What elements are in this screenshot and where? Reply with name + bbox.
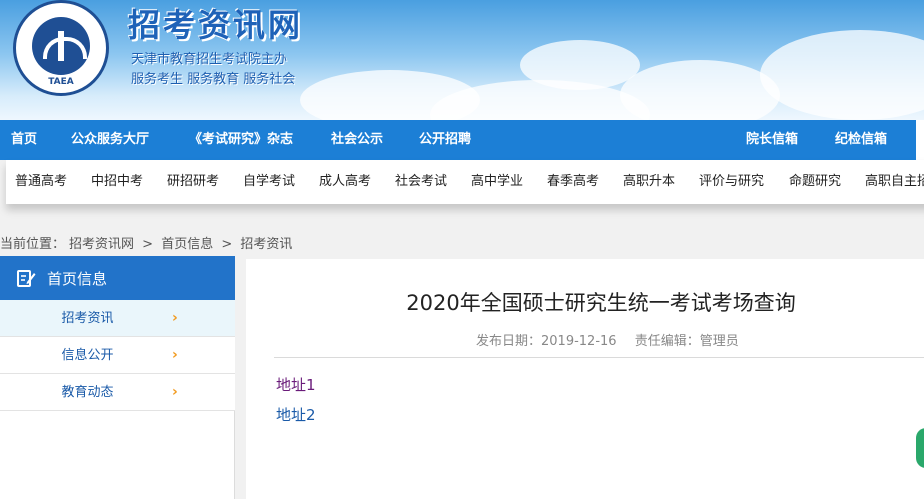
site-logo[interactable]: TAEA	[13, 0, 109, 96]
sidebar-heading-label: 首页信息	[47, 270, 108, 288]
nav-item-home[interactable]: 首页	[11, 120, 37, 160]
nav-edge-divider	[916, 120, 924, 160]
main-nav: 首页 公众服务大厅 《考试研究》杂志 社会公示 公开招聘 院长信箱 纪检信箱	[0, 120, 924, 160]
nav-item-public-service[interactable]: 公众服务大厅	[71, 120, 149, 160]
edit-note-icon	[17, 270, 36, 287]
article-title: 2020年全国硕士研究生统一考试考场查询	[406, 291, 796, 315]
chevron-right-icon: ›	[172, 310, 178, 326]
breadcrumb: 当前位置： 招考资讯网 > 首页信息 > 招考资讯	[0, 233, 296, 252]
category-item-zhongkao[interactable]: 中招中考	[91, 160, 143, 204]
site-subtitle-organizer: 天津市教育招生考试院主办	[131, 52, 288, 67]
nav-item-recruitment[interactable]: 公开招聘	[419, 120, 471, 160]
breadcrumb-separator: >	[142, 237, 154, 252]
breadcrumb-link-section[interactable]: 首页信息	[161, 237, 213, 252]
sidebar-item-news[interactable]: 招考资讯 ›	[0, 300, 235, 337]
nav-item-discipline-mailbox[interactable]: 纪检信箱	[835, 120, 887, 160]
sidebar-item-education-news[interactable]: 教育动态 ›	[0, 374, 235, 411]
breadcrumb-link-home[interactable]: 招考资讯网	[69, 237, 134, 252]
address-link-2[interactable]: 地址2	[276, 404, 316, 425]
nav-item-journal[interactable]: 《考试研究》杂志	[189, 120, 293, 160]
floating-side-button[interactable]	[916, 428, 924, 468]
category-item-proposition[interactable]: 命题研究	[789, 160, 841, 204]
nav-item-public-notice[interactable]: 社会公示	[331, 120, 383, 160]
category-item-vocational[interactable]: 高职自主招	[865, 160, 924, 204]
logo-emblem-icon	[32, 17, 90, 75]
site-subtitle-slogan: 服务考生 服务教育 服务社会	[131, 72, 296, 87]
category-item-gaokao[interactable]: 普通高考	[15, 160, 67, 204]
breadcrumb-separator: >	[221, 237, 233, 252]
article-divider	[274, 357, 924, 358]
publish-date: 发布日期：2019-12-16	[476, 334, 617, 349]
category-item-adult[interactable]: 成人高考	[319, 160, 371, 204]
sidebar-item-label: 教育动态	[61, 385, 114, 400]
article-meta: 发布日期：2019-12-16 责任编辑：管理员	[476, 330, 753, 349]
address-link-1[interactable]: 地址1	[276, 374, 316, 395]
article-panel: 2020年全国硕士研究生统一考试考场查询 发布日期：2019-12-16 责任编…	[246, 259, 924, 499]
category-item-evaluation[interactable]: 评价与研究	[699, 160, 764, 204]
category-nav: 普通高考 中招中考 研招研考 自学考试 成人高考 社会考试 高中学业 春季高考 …	[6, 160, 924, 204]
chevron-right-icon: ›	[172, 347, 178, 363]
category-item-upgrade[interactable]: 高职升本	[623, 160, 675, 204]
editor-name: 责任编辑：管理员	[634, 334, 739, 349]
sidebar-heading: 首页信息	[0, 256, 235, 300]
sidebar-item-label: 信息公开	[61, 348, 114, 363]
site-title[interactable]: 招考资讯网	[128, 0, 303, 46]
nav-item-president-mailbox[interactable]: 院长信箱	[746, 120, 798, 160]
logo-text: TAEA	[48, 77, 74, 87]
sidebar-item-label: 招考资讯	[61, 311, 114, 326]
site-header: TAEA 招考资讯网 天津市教育招生考试院主办 服务考生 服务教育 服务社会	[0, 0, 924, 120]
category-item-social[interactable]: 社会考试	[395, 160, 447, 204]
category-item-high-school[interactable]: 高中学业	[471, 160, 523, 204]
category-item-spring[interactable]: 春季高考	[547, 160, 599, 204]
sidebar-item-disclosure[interactable]: 信息公开 ›	[0, 337, 235, 374]
category-item-graduate[interactable]: 研招研考	[167, 160, 219, 204]
breadcrumb-prefix: 当前位置：	[0, 237, 66, 252]
breadcrumb-current[interactable]: 招考资讯	[240, 237, 292, 252]
chevron-right-icon: ›	[172, 384, 178, 400]
category-item-self-study[interactable]: 自学考试	[243, 160, 295, 204]
sidebar: 首页信息 招考资讯 › 信息公开 › 教育动态 ›	[0, 256, 235, 499]
